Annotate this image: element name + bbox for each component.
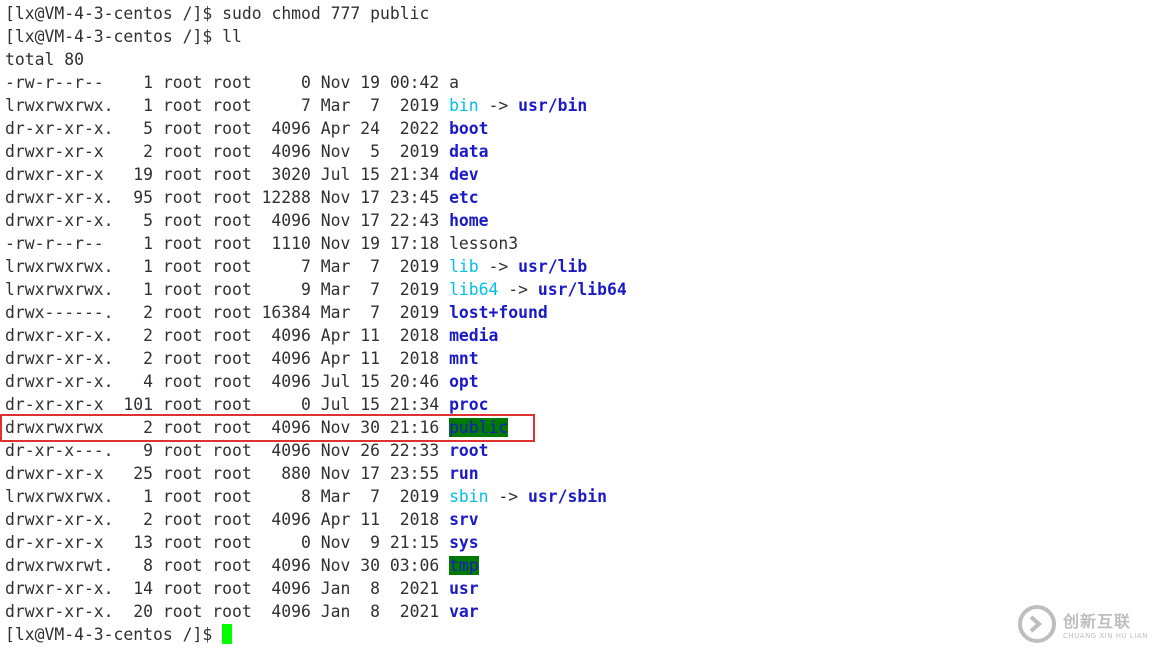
entry-name: boot — [449, 119, 489, 138]
entry-metadata: dr-xr-x---. 9 root root 4096 Nov 26 22:3… — [5, 441, 450, 460]
entry-name: a — [449, 73, 459, 92]
entry-metadata: drwxr-xr-x 2 root root 4096 Nov 5 2019 — [5, 142, 450, 161]
entry-metadata: drwxr-xr-x. 4 root root 4096 Jul 15 20:4… — [5, 372, 450, 391]
entry-metadata: drwxr-xr-x. 2 root root 4096 Apr 11 2018 — [5, 510, 450, 529]
entry-name: sys — [449, 533, 479, 552]
listing-row: drwxr-xr-x. 2 root root 4096 Apr 11 2018… — [5, 347, 1155, 370]
entry-metadata: drwxr-xr-x. 95 root root 12288 Nov 17 23… — [5, 188, 450, 207]
entry-metadata: drwxr-xr-x. 14 root root 4096 Jan 8 2021 — [5, 579, 450, 598]
link-target: usr/lib64 — [537, 280, 627, 299]
entry-name: lib64 — [449, 280, 499, 299]
entry-metadata: drwxr-xr-x. 2 root root 4096 Apr 11 2018 — [5, 326, 450, 345]
entry-name: data — [449, 142, 489, 161]
entry-metadata: -rw-r--r-- 1 root root 1110 Nov 19 17:18 — [5, 234, 450, 253]
entry-metadata: lrwxrwxrwx. 1 root root 8 Mar 7 2019 — [5, 487, 450, 506]
listing-row: drwx------. 2 root root 16384 Mar 7 2019… — [5, 301, 1155, 324]
entry-name: usr — [449, 579, 479, 598]
listing-row: drwxr-xr-x. 5 root root 4096 Nov 17 22:4… — [5, 209, 1155, 232]
watermark-subtitle: CHUANG XIN HU LIAN — [1063, 632, 1148, 640]
listing-row: drwxr-xr-x. 95 root root 12288 Nov 17 23… — [5, 186, 1155, 209]
listing-row: drwxr-xr-x 25 root root 880 Nov 17 23:55… — [5, 462, 1155, 485]
entry-metadata: dr-xr-xr-x. 5 root root 4096 Apr 24 2022 — [5, 119, 450, 138]
link-arrow: -> — [478, 257, 519, 276]
entry-metadata: drwxr-xr-x 25 root root 880 Nov 17 23:55 — [5, 464, 450, 483]
logo-icon — [1018, 605, 1056, 643]
link-arrow: -> — [488, 487, 529, 506]
listing-row: lrwxrwxrwx. 1 root root 7 Mar 7 2019 lib… — [5, 255, 1155, 278]
link-arrow: -> — [478, 96, 519, 115]
listing-row: lrwxrwxrwx. 1 root root 9 Mar 7 2019 lib… — [5, 278, 1155, 301]
entry-name: dev — [449, 165, 479, 184]
terminal-cursor[interactable] — [222, 624, 233, 644]
listing-row: drwxrwxrwt. 8 root root 4096 Nov 30 03:0… — [5, 554, 1155, 577]
link-target: usr/sbin — [528, 487, 607, 506]
entry-metadata: lrwxrwxrwx. 1 root root 7 Mar 7 2019 — [5, 257, 450, 276]
entry-metadata: drwxr-xr-x. 20 root root 4096 Jan 8 2021 — [5, 602, 450, 621]
terminal-line: total 80 — [5, 48, 1155, 71]
entry-name: public — [449, 418, 509, 437]
shell-prompt: [lx@VM-4-3-centos /]$ — [5, 625, 223, 644]
entry-name: tmp — [449, 556, 479, 575]
command-text: sudo chmod 777 public — [222, 4, 430, 23]
total-line: total 80 — [5, 50, 84, 69]
entry-name: proc — [449, 395, 489, 414]
entry-metadata: lrwxrwxrwx. 1 root root 7 Mar 7 2019 — [5, 96, 450, 115]
link-arrow: -> — [498, 280, 538, 299]
listing-row: drwxr-xr-x 2 root root 4096 Nov 5 2019 d… — [5, 140, 1155, 163]
entry-metadata: dr-xr-xr-x 101 root root 0 Jul 15 21:34 — [5, 395, 450, 414]
watermark-title: 创新互联 — [1063, 612, 1132, 631]
watermark: 创新互联 CHUANG XIN HU LIAN — [1017, 599, 1157, 649]
entry-metadata: drwx------. 2 root root 16384 Mar 7 2019 — [5, 303, 450, 322]
entry-name: etc — [449, 188, 479, 207]
entry-metadata: lrwxrwxrwx. 1 root root 9 Mar 7 2019 — [5, 280, 450, 299]
terminal-line: [lx@VM-4-3-centos /]$ ll — [5, 25, 1155, 48]
entry-name: home — [449, 211, 489, 230]
listing-row: dr-xr-x---. 9 root root 4096 Nov 26 22:3… — [5, 439, 1155, 462]
terminal-output[interactable]: [lx@VM-4-3-centos /]$ sudo chmod 777 pub… — [5, 2, 1155, 649]
entry-name: run — [449, 464, 479, 483]
terminal-line: [lx@VM-4-3-centos /]$ — [5, 623, 1155, 646]
listing-row: lrwxrwxrwx. 1 root root 8 Mar 7 2019 sbi… — [5, 485, 1155, 508]
link-target: usr/bin — [518, 96, 588, 115]
entry-name: var — [449, 602, 479, 621]
shell-prompt: [lx@VM-4-3-centos /]$ — [5, 4, 223, 23]
entry-metadata: drwxrwxrwx 2 root root 4096 Nov 30 21:16 — [5, 418, 450, 437]
terminal-line: [lx@VM-4-3-centos /]$ sudo chmod 777 pub… — [5, 2, 1155, 25]
listing-row: drwxr-xr-x. 2 root root 4096 Apr 11 2018… — [5, 508, 1155, 531]
entry-metadata: drwxr-xr-x. 5 root root 4096 Nov 17 22:4… — [5, 211, 450, 230]
entry-metadata: -rw-r--r-- 1 root root 0 Nov 19 00:42 — [5, 73, 450, 92]
listing-row: dr-xr-xr-x 101 root root 0 Jul 15 21:34 … — [5, 393, 1155, 416]
listing-row: drwxrwxrwx 2 root root 4096 Nov 30 21:16… — [5, 416, 1155, 439]
entry-name: bin — [449, 96, 479, 115]
entry-metadata: drwxr-xr-x 19 root root 3020 Jul 15 21:3… — [5, 165, 450, 184]
listing-row: -rw-r--r-- 1 root root 1110 Nov 19 17:18… — [5, 232, 1155, 255]
entry-name: mnt — [449, 349, 479, 368]
entry-name: root — [449, 441, 489, 460]
entry-metadata: drwxr-xr-x. 2 root root 4096 Apr 11 2018 — [5, 349, 450, 368]
entry-name: srv — [449, 510, 479, 529]
entry-name: media — [449, 326, 499, 345]
listing-row: dr-xr-xr-x 13 root root 0 Nov 9 21:15 sy… — [5, 531, 1155, 554]
listing-row: lrwxrwxrwx. 1 root root 7 Mar 7 2019 bin… — [5, 94, 1155, 117]
entry-name: lib — [449, 257, 479, 276]
shell-prompt: [lx@VM-4-3-centos /]$ — [5, 27, 223, 46]
listing-row: drwxr-xr-x. 20 root root 4096 Jan 8 2021… — [5, 600, 1155, 623]
link-target: usr/lib — [518, 257, 588, 276]
listing-row: drwxr-xr-x. 4 root root 4096 Jul 15 20:4… — [5, 370, 1155, 393]
entry-name: lost+found — [449, 303, 548, 322]
listing-row: dr-xr-xr-x. 5 root root 4096 Apr 24 2022… — [5, 117, 1155, 140]
entry-metadata: dr-xr-xr-x 13 root root 0 Nov 9 21:15 — [5, 533, 450, 552]
entry-metadata: drwxrwxrwt. 8 root root 4096 Nov 30 03:0… — [5, 556, 450, 575]
command-text: ll — [222, 27, 242, 46]
entry-name: sbin — [449, 487, 489, 506]
listing-row: drwxr-xr-x 19 root root 3020 Jul 15 21:3… — [5, 163, 1155, 186]
entry-name: lesson3 — [449, 234, 519, 253]
entry-name: opt — [449, 372, 479, 391]
listing-row: drwxr-xr-x. 2 root root 4096 Apr 11 2018… — [5, 324, 1155, 347]
listing-row: -rw-r--r-- 1 root root 0 Nov 19 00:42 a — [5, 71, 1155, 94]
listing-row: drwxr-xr-x. 14 root root 4096 Jan 8 2021… — [5, 577, 1155, 600]
